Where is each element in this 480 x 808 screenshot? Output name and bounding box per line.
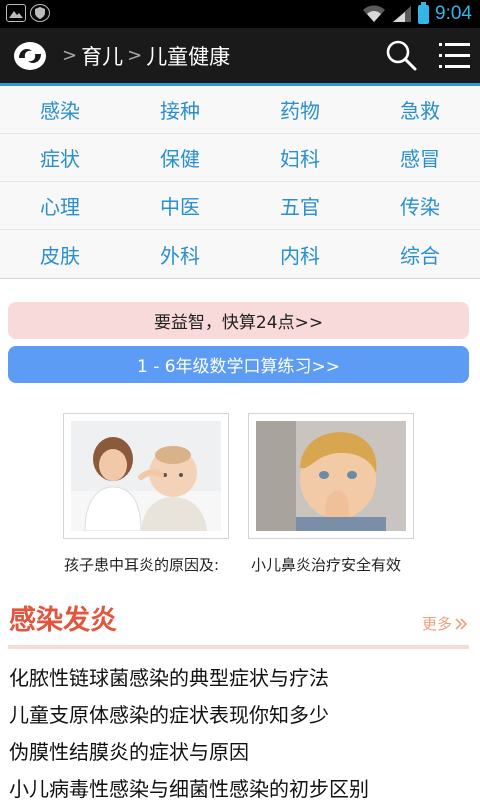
category-ent[interactable]: 五官 [240,182,360,229]
category-infection[interactable]: 感染 [0,86,120,133]
breadcrumb-separator: > [62,45,78,66]
card-caption-ear-infection[interactable]: 孩子患中耳炎的原因及: [64,554,244,575]
breadcrumb-item-child-health[interactable]: 儿童健康 [146,41,230,71]
search-button[interactable] [384,38,420,74]
category-grid: 感染 接种 药物 急救 症状 保健 妇科 感冒 心理 中医 五官 传染 皮肤 外… [0,86,480,279]
math-practice-banner[interactable]: 1 - 6年级数学口算练习>> [8,346,469,383]
list-item[interactable]: 化脓性链球菌感染的典型症状与疗法 [9,660,474,697]
menu-icon [439,43,470,68]
breadcrumb-item-parenting[interactable]: 育儿 [81,41,123,71]
app-logo-icon[interactable] [12,40,48,72]
section-title: 感染发炎 [9,605,117,636]
article-card-ear-infection[interactable] [63,413,229,539]
gallery-notification-icon [6,4,26,22]
category-row: 皮肤 外科 内科 综合 [0,230,480,278]
category-psychology[interactable]: 心理 [0,182,120,229]
more-link[interactable]: 更多 [422,613,468,634]
menu-button[interactable] [436,38,472,74]
double-chevron-right-icon [455,617,468,630]
child-nose-photo [256,421,406,531]
shield-notification-icon [30,4,50,22]
status-time: 9:04 [435,3,472,24]
app-header: > 育儿 > 儿童健康 [0,28,480,86]
game-24-banner[interactable]: 要益智，快算24点>> [8,302,469,339]
more-label: 更多 [421,615,452,633]
article-list: 化脓性链球菌感染的典型症状与疗法 儿童支原体感染的症状表现你知多少 伪膜性结膜炎… [9,660,474,808]
category-internal-medicine[interactable]: 内科 [240,230,360,278]
category-general[interactable]: 综合 [360,230,480,278]
category-tcm[interactable]: 中医 [120,182,240,229]
signal-icon [393,6,412,22]
wifi-icon [363,5,386,22]
category-first-aid[interactable]: 急救 [360,86,480,133]
category-surgery[interactable]: 外科 [120,230,240,278]
notification-icons [6,4,50,22]
doctor-baby-photo [71,421,221,531]
category-gynecology[interactable]: 妇科 [240,134,360,181]
category-skin[interactable]: 皮肤 [0,230,120,278]
search-icon [386,40,417,71]
breadcrumb-separator: > [127,45,143,66]
category-row: 心理 中医 五官 传染 [0,182,480,230]
article-card-rhinitis[interactable] [248,413,414,539]
card-caption-rhinitis[interactable]: 小儿鼻炎治疗安全有效 [251,554,431,575]
category-medicine[interactable]: 药物 [240,86,360,133]
status-bar: 9:04 [0,0,480,28]
list-item[interactable]: 儿童支原体感染的症状表现你知多少 [9,697,474,734]
section-divider [8,645,469,649]
category-health-care[interactable]: 保健 [120,134,240,181]
battery-icon [418,1,430,24]
list-item[interactable]: 伪膜性结膜炎的症状与原因 [9,734,474,771]
category-row: 感染 接种 药物 急救 [0,86,480,134]
category-row: 症状 保健 妇科 感冒 [0,134,480,182]
list-item[interactable]: 小儿病毒性感染与细菌性感染的初步区别 [9,771,474,808]
breadcrumb: > 育儿 > 儿童健康 [58,28,230,83]
category-cold[interactable]: 感冒 [360,134,480,181]
category-vaccination[interactable]: 接种 [120,86,240,133]
category-symptoms[interactable]: 症状 [0,134,120,181]
category-contagious[interactable]: 传染 [360,182,480,229]
